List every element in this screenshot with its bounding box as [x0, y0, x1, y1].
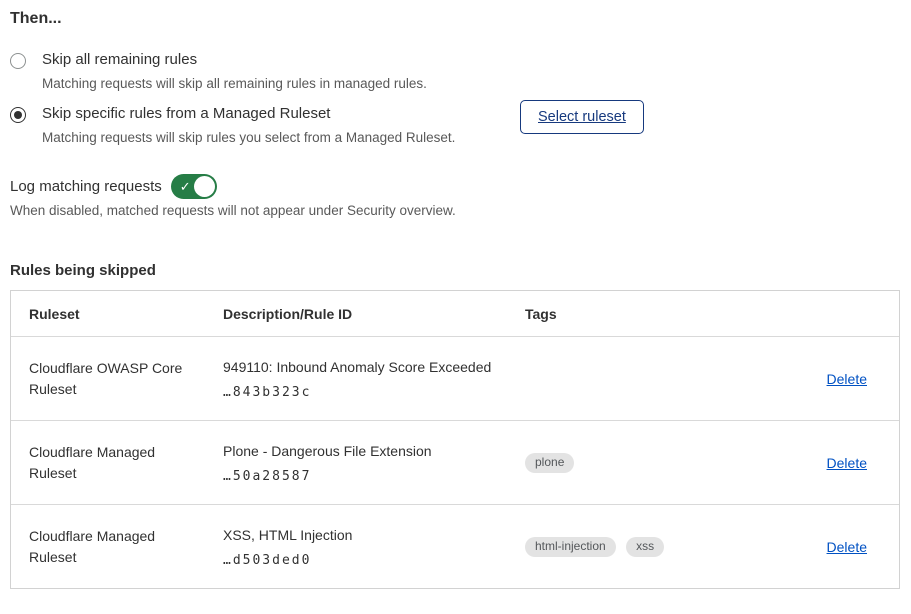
table-row: Cloudflare Managed Ruleset Plone - Dange…	[11, 420, 899, 504]
select-ruleset-button[interactable]: Select ruleset	[520, 100, 644, 134]
rule-id: …d503ded0	[223, 553, 525, 568]
delete-link[interactable]: Delete	[827, 455, 867, 471]
rule-tags: html-injection xss	[525, 537, 821, 557]
option-skip-specific-rules: Skip specific rules from a Managed Rules…	[10, 104, 455, 146]
toggle-knob	[194, 176, 215, 197]
waf-skip-rule-panel: Then... Skip all remaining rules Matchin…	[0, 0, 911, 614]
table-row: Cloudflare OWASP Core Ruleset 949110: In…	[11, 336, 899, 420]
log-matching-toggle[interactable]: ✓	[171, 174, 217, 199]
log-matching-label: Log matching requests	[10, 178, 162, 195]
radio-skip-all-remaining-rules[interactable]	[10, 53, 26, 69]
table-header-row: Ruleset Description/Rule ID Tags	[11, 291, 899, 336]
rule-description: Plone - Dangerous File Extension	[223, 442, 525, 460]
option-label[interactable]: Skip all remaining rules	[42, 50, 427, 70]
radio-skip-specific-rules[interactable]	[10, 107, 26, 123]
rule-id: …50a28587	[223, 469, 525, 484]
delete-link[interactable]: Delete	[827, 371, 867, 387]
ruleset-name: Cloudflare Managed Ruleset	[29, 526, 197, 568]
rule-description: 949110: Inbound Anomaly Score Exceeded	[223, 358, 525, 376]
tag-badge: xss	[626, 537, 664, 557]
option-description: Matching requests will skip rules you se…	[42, 129, 455, 146]
option-description: Matching requests will skip all remainin…	[42, 75, 427, 92]
option-skip-all-remaining-rules: Skip all remaining rules Matching reques…	[10, 50, 427, 92]
table-row: Cloudflare Managed Ruleset XSS, HTML Inj…	[11, 504, 899, 588]
ruleset-name: Cloudflare Managed Ruleset	[29, 442, 197, 484]
column-header-tags: Tags	[525, 306, 821, 322]
log-matching-description: When disabled, matched requests will not…	[10, 203, 456, 218]
rule-description: XSS, HTML Injection	[223, 526, 525, 544]
check-icon: ✓	[180, 180, 191, 193]
rule-id: …843b323c	[223, 385, 525, 400]
log-matching-row: Log matching requests ✓	[10, 174, 217, 199]
delete-link[interactable]: Delete	[827, 539, 867, 555]
column-header-ruleset: Ruleset	[29, 306, 223, 322]
then-heading: Then...	[10, 10, 62, 28]
skipped-rules-table: Ruleset Description/Rule ID Tags Cloudfl…	[10, 290, 900, 589]
rule-tags: plone	[525, 453, 821, 473]
ruleset-name: Cloudflare OWASP Core Ruleset	[29, 358, 197, 400]
tag-badge: html-injection	[525, 537, 616, 557]
rules-being-skipped-heading: Rules being skipped	[10, 262, 156, 279]
option-label[interactable]: Skip specific rules from a Managed Rules…	[42, 104, 455, 124]
tag-badge: plone	[525, 453, 574, 473]
column-header-description: Description/Rule ID	[223, 306, 525, 322]
